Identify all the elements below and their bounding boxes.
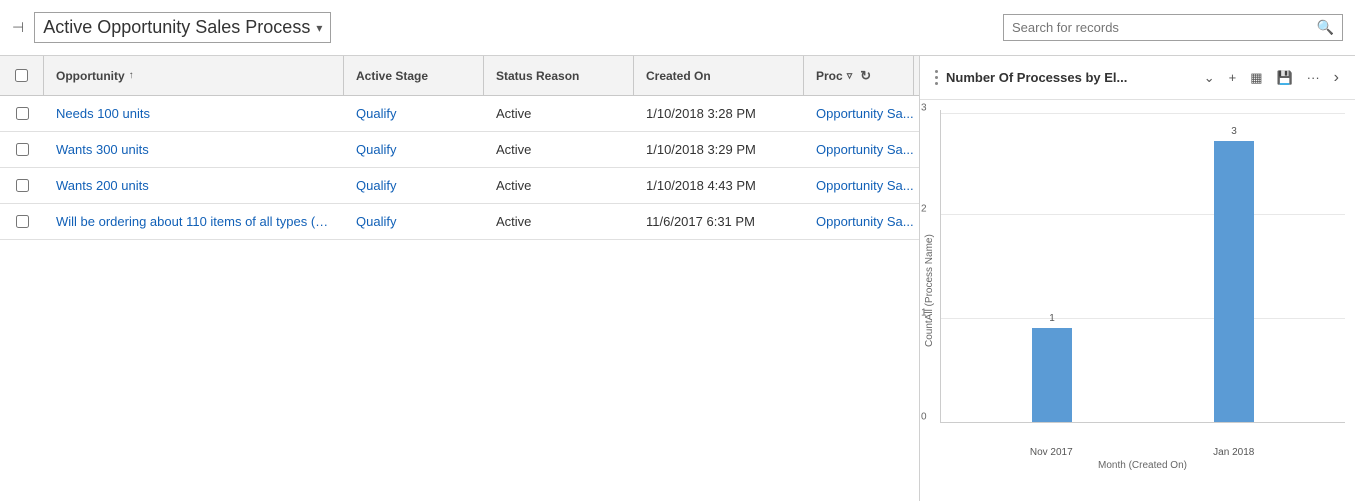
chart-body: CountAll (Process Name) 0 1 2 xyxy=(920,100,1355,501)
refresh-icon[interactable]: ↻ xyxy=(860,68,871,84)
process-3[interactable]: Opportunity Sa... xyxy=(804,168,914,203)
row-checkbox-1[interactable] xyxy=(0,96,44,131)
process-1[interactable]: Opportunity Sa... xyxy=(804,96,914,131)
y-tick-label-3: 3 xyxy=(921,102,927,113)
statusreason-4: Active xyxy=(484,204,634,239)
table-row: Will be ordering about 110 items of all … xyxy=(0,204,919,240)
search-input[interactable] xyxy=(1012,20,1311,35)
process-2[interactable]: Opportunity Sa... xyxy=(804,132,914,167)
process-4[interactable]: Opportunity Sa... xyxy=(804,204,914,239)
chart-header: Number Of Processes by El... ⌄ + ▦ 💾 ···… xyxy=(920,56,1355,100)
col-statusreason-label: Status Reason xyxy=(496,69,579,83)
chart-save-icon[interactable]: 💾 xyxy=(1272,68,1296,88)
x-label-nov2017: Nov 2017 xyxy=(1011,447,1091,458)
sort-asc-icon: ↑ xyxy=(129,70,134,81)
chart-layout-icon[interactable]: ▦ xyxy=(1246,68,1266,88)
pin-icon: ⊣ xyxy=(12,19,24,36)
statusreason-2: Active xyxy=(484,132,634,167)
title-chevron-icon: ▾ xyxy=(316,21,322,35)
chart-add-icon[interactable]: + xyxy=(1225,68,1241,87)
opportunity-link-4[interactable]: Will be ordering about 110 items of all … xyxy=(44,204,344,239)
activestage-2: Qualify xyxy=(344,132,484,167)
chart-panel: Number Of Processes by El... ⌄ + ▦ 💾 ···… xyxy=(920,56,1355,501)
activestage-3: Qualify xyxy=(344,168,484,203)
bar-value-nov2017: 1 xyxy=(1049,313,1055,324)
createdon-3: 1/10/2018 4:43 PM xyxy=(634,168,804,203)
bar-jan2018[interactable] xyxy=(1214,141,1254,422)
x-axis-labels: Nov 2017 Jan 2018 xyxy=(940,443,1345,458)
chart-dropdown-icon[interactable]: ⌄ xyxy=(1200,68,1219,88)
chart-plot: 0 1 2 3 xyxy=(940,110,1345,423)
chart-more-icon[interactable]: ··· xyxy=(1303,68,1324,87)
main-content: Opportunity ↑ Active Stage Status Reason… xyxy=(0,56,1355,501)
row-checkbox-3[interactable] xyxy=(0,168,44,203)
drag-handle[interactable] xyxy=(932,66,940,89)
table-row: Wants 200 units Qualify Active 1/10/2018… xyxy=(0,168,919,204)
bar-value-jan2018: 3 xyxy=(1231,126,1237,137)
header-bar: ⊣ Active Opportunity Sales Process ▾ 🔍 xyxy=(0,0,1355,56)
col-header-process[interactable]: Proc ▿ ↻ xyxy=(804,56,914,95)
page-title: Active Opportunity Sales Process xyxy=(43,17,310,38)
bar-group-nov2017: 1 xyxy=(1032,313,1072,422)
bars-container: 1 3 xyxy=(941,110,1345,422)
col-createdon-label: Created On xyxy=(646,69,711,83)
grid-body: Needs 100 units Qualify Active 1/10/2018… xyxy=(0,96,919,240)
filter-icon[interactable]: ▿ xyxy=(847,69,853,82)
select-all-checkbox[interactable] xyxy=(15,69,28,82)
activestage-4: Qualify xyxy=(344,204,484,239)
bar-nov2017[interactable] xyxy=(1032,328,1072,422)
col-header-activestage[interactable]: Active Stage xyxy=(344,56,484,95)
grid-panel: Opportunity ↑ Active Stage Status Reason… xyxy=(0,56,920,501)
row-checkbox-2[interactable] xyxy=(0,132,44,167)
table-row: Wants 300 units Qualify Active 1/10/2018… xyxy=(0,132,919,168)
col-header-createdon[interactable]: Created On xyxy=(634,56,804,95)
statusreason-1: Active xyxy=(484,96,634,131)
chart-title: Number Of Processes by El... xyxy=(946,70,1194,85)
x-axis-title: Month (Created On) xyxy=(940,460,1345,471)
y-tick-label-1: 1 xyxy=(921,307,927,318)
opportunity-link-1[interactable]: Needs 100 units xyxy=(44,96,344,131)
bar-group-jan2018: 3 xyxy=(1214,126,1254,422)
col-activestage-label: Active Stage xyxy=(356,69,428,83)
createdon-1: 1/10/2018 3:28 PM xyxy=(634,96,804,131)
createdon-4: 11/6/2017 6:31 PM xyxy=(634,204,804,239)
chart-expand-icon[interactable]: › xyxy=(1330,69,1343,87)
col-header-opportunity[interactable]: Opportunity ↑ xyxy=(44,56,344,95)
col-header-statusreason[interactable]: Status Reason xyxy=(484,56,634,95)
grid-header: Opportunity ↑ Active Stage Status Reason… xyxy=(0,56,919,96)
title-dropdown[interactable]: Active Opportunity Sales Process ▾ xyxy=(34,12,331,43)
createdon-2: 1/10/2018 3:29 PM xyxy=(634,132,804,167)
activestage-1: Qualify xyxy=(344,96,484,131)
search-icon[interactable]: 🔍 xyxy=(1317,19,1334,36)
statusreason-3: Active xyxy=(484,168,634,203)
select-all-checkbox-cell[interactable] xyxy=(0,56,44,95)
chart-area: 0 1 2 3 xyxy=(940,110,1355,471)
opportunity-link-2[interactable]: Wants 300 units xyxy=(44,132,344,167)
search-box: 🔍 xyxy=(1003,14,1343,41)
x-label-jan2018: Jan 2018 xyxy=(1194,447,1274,458)
col-opportunity-label: Opportunity xyxy=(56,69,125,83)
col-process-label: Proc xyxy=(816,69,843,83)
opportunity-link-3[interactable]: Wants 200 units xyxy=(44,168,344,203)
row-checkbox-4[interactable] xyxy=(0,204,44,239)
y-tick-label-2: 2 xyxy=(921,203,927,214)
y-tick-label-0: 0 xyxy=(921,411,927,422)
table-row: Needs 100 units Qualify Active 1/10/2018… xyxy=(0,96,919,132)
